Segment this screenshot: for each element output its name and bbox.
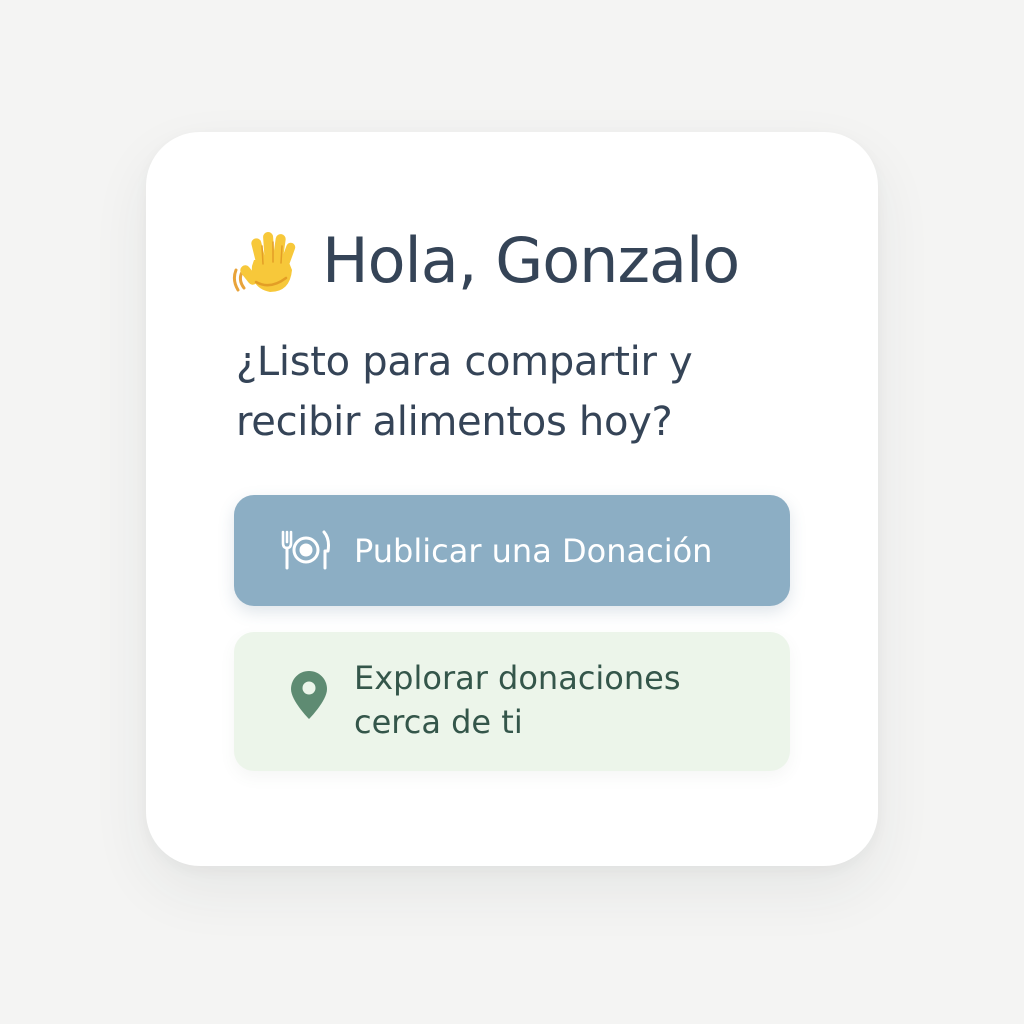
waving-hand-icon — [232, 232, 296, 292]
fork-plate-knife-icon — [281, 530, 330, 570]
publish-donation-label: Publicar una Donación — [354, 532, 713, 570]
greeting-title: Hola, Gonzalo — [322, 224, 740, 297]
publish-donation-button[interactable]: Publicar una Donación — [234, 495, 790, 606]
explore-donations-button[interactable]: Explorar donaciones cerca de ti — [234, 632, 790, 771]
explore-donations-label: Explorar donaciones cerca de ti — [354, 659, 681, 741]
greeting-subtitle: ¿Listo para compartir y recibir alimento… — [236, 339, 693, 445]
location-pin-icon — [291, 671, 327, 719]
greeting-row: Hola, Gonzalo — [232, 224, 740, 298]
welcome-card: Hola, Gonzalo ¿Listo para compartir y re… — [146, 132, 878, 866]
